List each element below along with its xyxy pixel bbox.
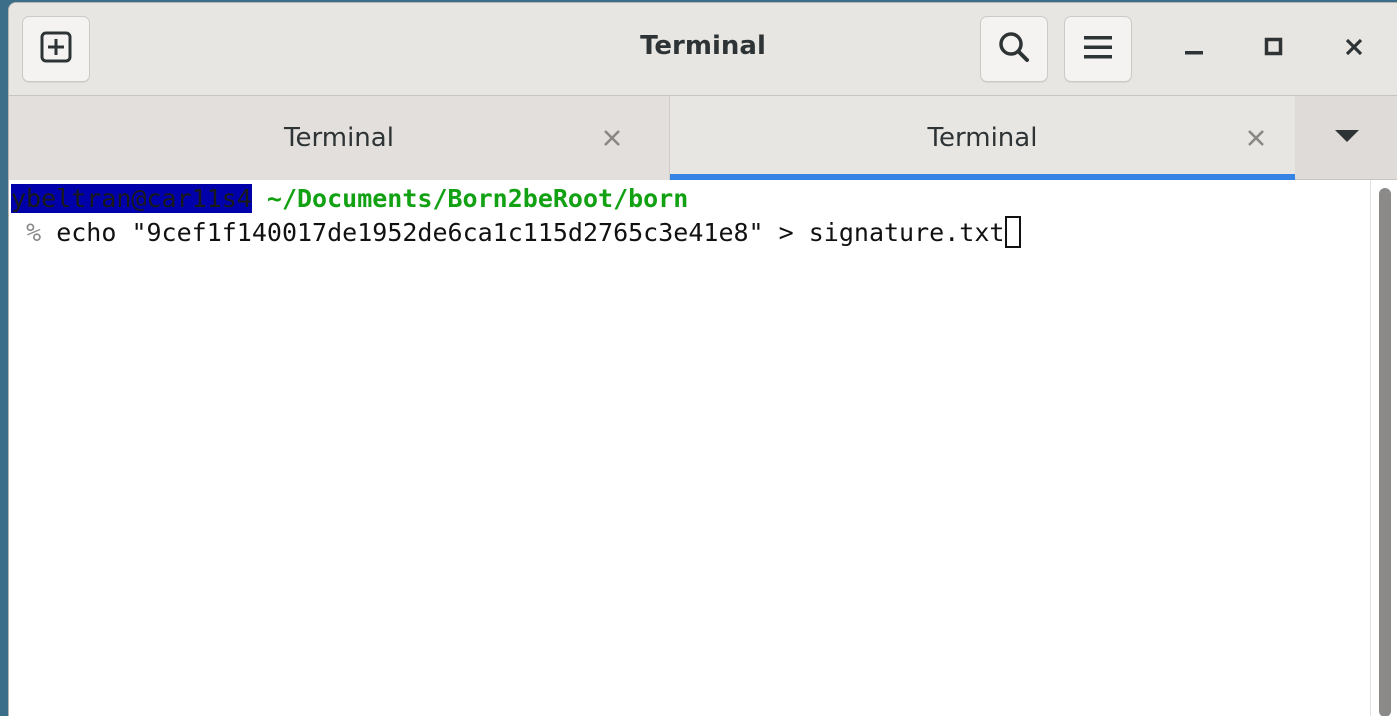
search-button[interactable] bbox=[980, 16, 1048, 82]
maximize-icon bbox=[1263, 36, 1285, 62]
tab-terminal-1[interactable]: Terminal bbox=[9, 96, 670, 180]
menu-button[interactable] bbox=[1064, 16, 1132, 82]
close-icon bbox=[1343, 36, 1365, 62]
tab-bar: Terminal Terminal bbox=[9, 96, 1397, 180]
maximize-button[interactable] bbox=[1252, 27, 1296, 71]
command-line: % echo "9cef1f140017de1952de6ca1c115d276… bbox=[11, 216, 1022, 250]
header-bar: Terminal bbox=[9, 3, 1397, 96]
terminal-window: Terminal Terminal Terminal ybeltran@car1… bbox=[8, 2, 1397, 716]
minimize-icon bbox=[1183, 36, 1205, 62]
close-icon bbox=[1248, 130, 1264, 146]
tab-terminal-2[interactable]: Terminal bbox=[670, 96, 1295, 180]
current-path: ~/Documents/Born2beRoot/born bbox=[266, 184, 689, 213]
close-window-button[interactable] bbox=[1332, 27, 1376, 71]
command-text: echo "9cef1f140017de1952de6ca1c115d2765c… bbox=[56, 218, 1005, 247]
tab-list-dropdown-button[interactable] bbox=[1295, 96, 1397, 180]
prompt-symbol: % bbox=[26, 218, 42, 247]
scrollbar-thumb[interactable] bbox=[1379, 188, 1391, 716]
user-host: ybeltran@car11s4 bbox=[11, 184, 252, 213]
text-cursor bbox=[1005, 216, 1022, 248]
minimize-button[interactable] bbox=[1172, 27, 1216, 71]
hamburger-menu-icon bbox=[1081, 30, 1115, 68]
chevron-down-icon bbox=[1334, 128, 1360, 148]
search-icon bbox=[997, 30, 1031, 68]
tab-close-button[interactable] bbox=[1242, 124, 1270, 152]
tab-close-button[interactable] bbox=[598, 124, 626, 152]
tab-label: Terminal bbox=[284, 123, 394, 153]
vertical-scrollbar[interactable] bbox=[1370, 180, 1397, 716]
close-icon bbox=[604, 130, 620, 146]
terminal-output[interactable]: ybeltran@car11s4 ~/Documents/Born2beRoot… bbox=[9, 180, 1397, 716]
prompt-line: ybeltran@car11s4 ~/Documents/Born2beRoot… bbox=[11, 182, 688, 216]
tab-label: Terminal bbox=[927, 123, 1038, 153]
